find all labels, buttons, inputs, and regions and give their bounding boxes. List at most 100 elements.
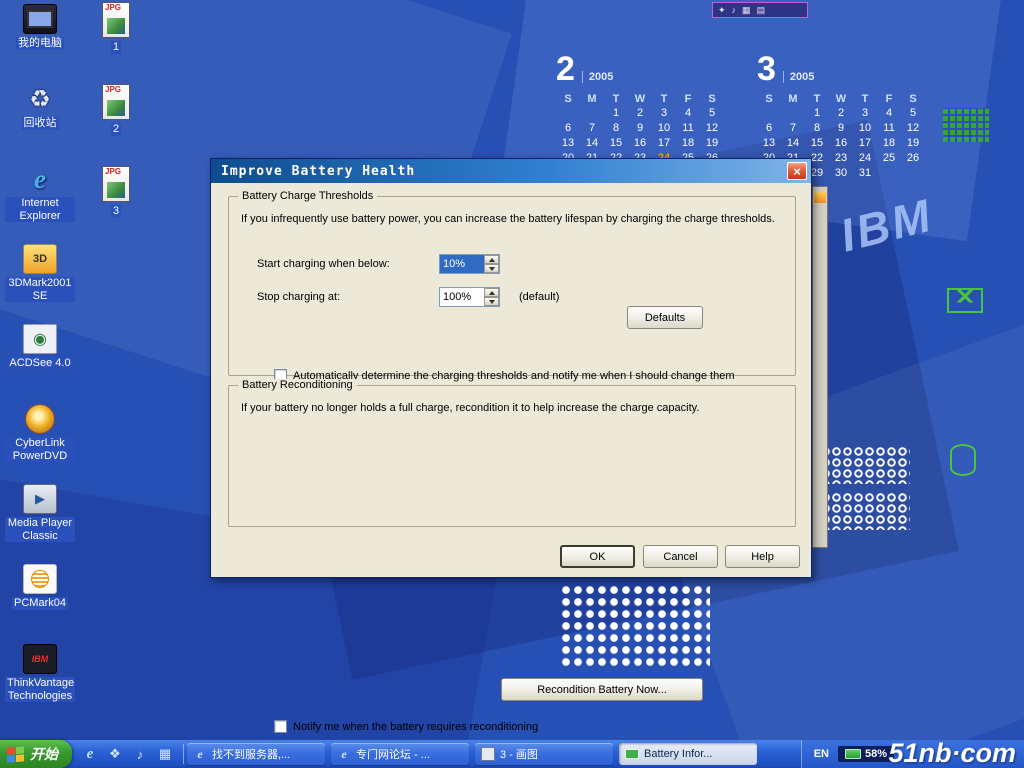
spinner-down-icon[interactable] xyxy=(484,264,499,273)
help-button[interactable]: Help xyxy=(725,545,800,568)
start-button[interactable]: 开始 xyxy=(0,740,72,768)
battery-indicator[interactable]: 58% xyxy=(838,746,894,762)
desktop-icon[interactable]: Media Player Classic xyxy=(5,484,75,564)
wallpaper-status-strip xyxy=(712,2,808,18)
desktop-icon-image xyxy=(23,644,57,674)
cancel-button[interactable]: Cancel xyxy=(643,545,718,568)
database-cylinder-icon xyxy=(950,444,976,476)
battery-icon xyxy=(845,749,861,759)
calendar-day: 23 xyxy=(829,152,853,165)
desktop-icon[interactable]: 3DMark2001 SE xyxy=(5,244,75,324)
desktop-icon[interactable]: ThinkVantage Technologies xyxy=(5,644,75,724)
calendar-day-header: F xyxy=(877,93,901,105)
group-title: Battery Reconditioning xyxy=(238,379,357,391)
calendar-day: 2 xyxy=(829,107,853,120)
desktop-icon[interactable]: CyberLink PowerDVD xyxy=(5,404,75,484)
ok-button[interactable]: OK xyxy=(560,545,635,568)
calendar-day-header: T xyxy=(652,93,676,105)
background-window-edge[interactable] xyxy=(812,186,828,548)
calendar-day-header: S xyxy=(901,93,925,105)
dot-grid xyxy=(560,584,710,668)
start-charge-value[interactable]: 10% xyxy=(440,255,484,273)
defaults-button[interactable]: Defaults xyxy=(627,306,703,329)
calendar-day-header: M xyxy=(781,93,805,105)
calendar-day: 2 xyxy=(628,107,652,120)
calendar-day-header: W xyxy=(829,93,853,105)
keyboard-icon xyxy=(943,108,989,142)
calendar-day: 4 xyxy=(676,107,700,120)
taskbar-task-button[interactable]: 专门网论坛 - ... xyxy=(331,743,469,765)
month-year: 2005 xyxy=(783,71,814,83)
stop-charge-spinner[interactable]: 100% xyxy=(439,287,500,307)
quick-launch-icon[interactable] xyxy=(131,745,149,763)
desktop-icons: 我的电脑 回收站 Internet Explorer 3DMark2001 SE… xyxy=(5,4,75,724)
jpg-thumbnail xyxy=(107,18,125,34)
jpg-thumbnail xyxy=(107,182,125,198)
language-indicator[interactable]: EN xyxy=(814,748,829,760)
status-icon xyxy=(742,5,751,16)
dot-grid xyxy=(820,446,910,484)
close-icon: × xyxy=(793,164,801,179)
task-icon xyxy=(481,747,495,761)
calendar-day-headers: SMTWTFS xyxy=(556,93,728,105)
jpg-badge: JPG xyxy=(105,85,121,94)
improve-battery-health-dialog: Improve Battery Health × Battery Charge … xyxy=(210,158,812,578)
dot-grid xyxy=(820,492,910,530)
spinner-up-icon[interactable] xyxy=(484,255,499,264)
calendar-day: 6 xyxy=(556,122,580,135)
checkbox-label: Automatically determine the charging thr… xyxy=(293,370,734,382)
status-icon xyxy=(757,5,766,16)
jpg-file-label: 2 xyxy=(111,123,121,136)
calendar-day: 3 xyxy=(853,107,877,120)
taskbar-task-button[interactable]: 找不到服务器,... xyxy=(187,743,325,765)
close-button[interactable]: × xyxy=(787,162,807,180)
spinner-down-icon[interactable] xyxy=(484,297,499,306)
start-label: 开始 xyxy=(30,744,58,764)
calendar-month-header: 2 2005 xyxy=(556,52,728,86)
taskbar-task-button[interactable]: Battery Infor... xyxy=(619,743,757,765)
defaults-button-label: Defaults xyxy=(645,312,685,324)
calendar-day xyxy=(580,107,604,120)
cancel-button-label: Cancel xyxy=(663,551,697,563)
notify-reconditioning-checkbox[interactable]: Notify me when the battery requires reco… xyxy=(274,720,538,733)
quick-launch-icon[interactable] xyxy=(156,745,174,763)
calendar-day: 11 xyxy=(877,122,901,135)
calendar-day xyxy=(757,107,781,120)
spinner-up-icon[interactable] xyxy=(484,288,499,297)
jpg-file-icon[interactable]: JPG 3 xyxy=(92,166,140,248)
desktop-icon[interactable]: PCMark04 xyxy=(5,564,75,644)
jpg-file-label: 3 xyxy=(111,205,121,218)
desktop-icon[interactable]: ACDSee 4.0 xyxy=(5,324,75,404)
month-number: 2 xyxy=(556,52,575,86)
stop-charge-value[interactable]: 100% xyxy=(440,288,484,306)
calendar-day-header: S xyxy=(700,93,724,105)
quick-launch-icon[interactable] xyxy=(81,745,99,763)
calendar-day: 6 xyxy=(757,122,781,135)
task-icon xyxy=(337,747,351,761)
recondition-button-label: Recondition Battery Now... xyxy=(537,684,667,696)
taskbar-task-button[interactable]: 3 - 画图 xyxy=(475,743,613,765)
jpg-thumbnail xyxy=(107,100,125,116)
desktop-icon-image xyxy=(23,324,57,354)
calendar-day xyxy=(556,107,580,120)
jpg-file-icon[interactable]: JPG 2 xyxy=(92,84,140,166)
calendar-day: 24 xyxy=(853,152,877,165)
month-year: 2005 xyxy=(582,71,613,83)
recondition-battery-button[interactable]: Recondition Battery Now... xyxy=(501,678,703,701)
checkbox-box[interactable] xyxy=(274,720,287,733)
envelope-icon xyxy=(947,288,983,313)
taskbar: 开始 找不到服务器,... 专门网论坛 - ... 3 - 画图 xyxy=(0,740,1024,768)
jpg-file-icon[interactable]: JPG 1 xyxy=(92,2,140,84)
start-charge-spinner[interactable]: 10% xyxy=(439,254,500,274)
windows-logo-icon xyxy=(7,746,24,762)
dialog-titlebar[interactable]: Improve Battery Health × xyxy=(211,159,811,183)
thresholds-description: If you infrequently use battery power, y… xyxy=(241,213,783,225)
desktop-icon[interactable]: Internet Explorer xyxy=(5,164,75,244)
calendar-day: 5 xyxy=(901,107,925,120)
calendar-day-header: T xyxy=(805,93,829,105)
calendar-day: 10 xyxy=(853,122,877,135)
quick-launch-icon[interactable] xyxy=(106,745,124,763)
desktop-icon[interactable]: 回收站 xyxy=(5,84,75,164)
calendar-day: 13 xyxy=(556,137,580,150)
desktop-icon[interactable]: 我的电脑 xyxy=(5,4,75,84)
